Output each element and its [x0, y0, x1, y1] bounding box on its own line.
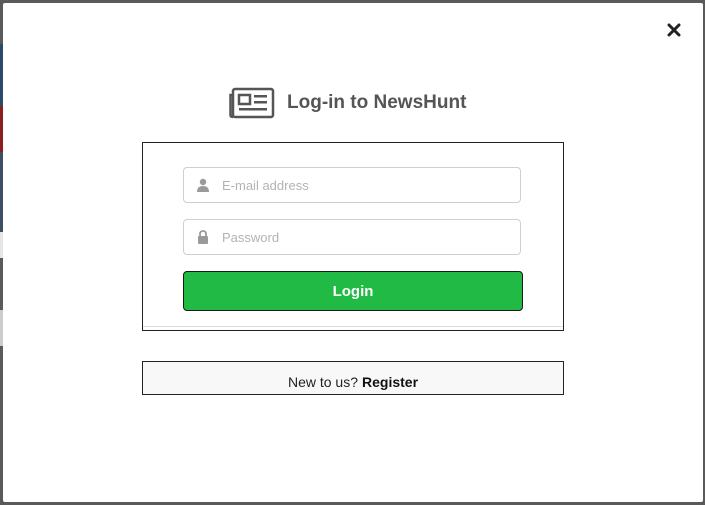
- login-button[interactable]: Login: [183, 271, 523, 311]
- user-icon: [196, 178, 210, 192]
- email-input[interactable]: [222, 177, 502, 193]
- modal-header: Log-in to NewsHunt: [229, 85, 466, 121]
- login-modal: Log-in to NewsHunt Login: [3, 3, 703, 502]
- newspaper-icon: [229, 87, 275, 119]
- register-message: New to us? Register: [142, 361, 564, 395]
- close-button[interactable]: [664, 20, 684, 40]
- password-field[interactable]: [183, 219, 521, 255]
- login-form: Login: [142, 142, 564, 331]
- lock-icon: [196, 230, 210, 244]
- email-field[interactable]: [183, 167, 521, 203]
- password-input[interactable]: [222, 229, 502, 245]
- form-divider: [143, 326, 563, 327]
- modal-title: Log-in to NewsHunt: [287, 92, 467, 113]
- login-button-label: Login: [332, 282, 374, 300]
- close-icon: [667, 23, 681, 37]
- register-prompt: New to us?: [287, 374, 358, 390]
- register-link[interactable]: Register: [362, 374, 418, 390]
